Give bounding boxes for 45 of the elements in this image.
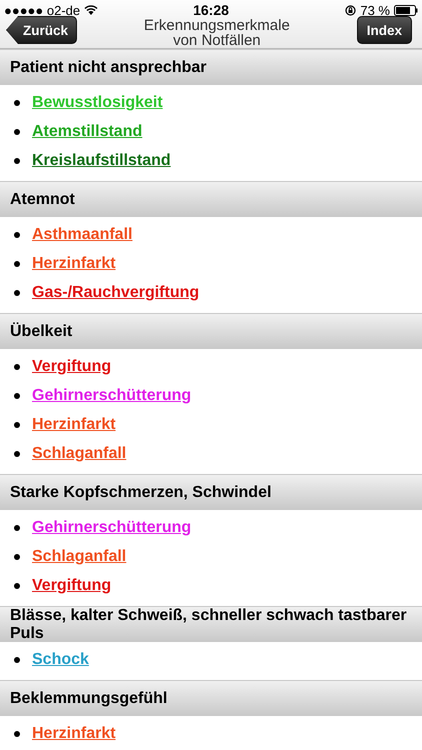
- bullet-icon: [14, 524, 20, 530]
- bullet-icon: [14, 422, 20, 428]
- bullet-icon: [14, 290, 20, 296]
- symptom-link[interactable]: Asthmaanfall: [32, 226, 132, 244]
- symptom-link[interactable]: Vergiftung: [32, 576, 112, 594]
- symptom-link[interactable]: Gehirnerschütterung: [32, 386, 192, 404]
- section-header: Starke Kopfschmerzen, Schwindel: [0, 474, 422, 510]
- bullet-icon: [14, 232, 20, 238]
- symptom-link[interactable]: Atemstillstand: [32, 122, 142, 140]
- bullet-icon: [14, 656, 20, 662]
- carrier-name: ●●●●● o2-de: [4, 2, 80, 18]
- battery-percentage: 73 %: [360, 2, 390, 18]
- symptom-link[interactable]: Kreislaufstillstand: [32, 152, 171, 170]
- rotation-lock-icon: [345, 4, 356, 16]
- clock-time: 16:28: [193, 2, 229, 18]
- bullet-icon: [14, 128, 20, 134]
- symptom-link[interactable]: Gas-/Rauchvergiftung: [32, 284, 200, 302]
- back-button[interactable]: Zurück: [6, 16, 78, 44]
- bullet-icon: [14, 158, 20, 164]
- bullet-icon: [14, 392, 20, 398]
- battery-icon: [394, 4, 418, 16]
- index-button[interactable]: Index: [356, 16, 412, 44]
- symptom-link[interactable]: Gehirnerschütterung: [32, 518, 192, 536]
- bullet-icon: [14, 730, 20, 736]
- section-header: Beklemmungsgefühl: [0, 680, 422, 716]
- bullet-icon: [14, 260, 20, 266]
- bullet-icon: [14, 364, 20, 370]
- bullet-icon: [14, 582, 20, 588]
- wifi-icon: [84, 5, 98, 15]
- section-header: Übelkeit: [0, 313, 422, 349]
- symptom-link[interactable]: Bewusstlosigkeit: [32, 94, 163, 112]
- bullet-icon: [14, 100, 20, 106]
- symptom-link[interactable]: Vergiftung: [32, 358, 112, 376]
- symptom-link[interactable]: Schlaganfall: [32, 444, 126, 462]
- symptom-link[interactable]: Herzinfarkt: [32, 254, 116, 272]
- section-header: Blässe, kalter Schweiß, schneller schwach tastbarer Puls: [0, 606, 422, 642]
- section-header: Atemnot: [0, 181, 422, 217]
- bullet-icon: [14, 450, 20, 456]
- symptom-link[interactable]: Schlaganfall: [32, 548, 126, 566]
- symptom-link[interactable]: Schock: [32, 650, 89, 668]
- section-header: Patient nicht ansprechbar: [0, 49, 422, 85]
- bullet-icon: [14, 554, 20, 560]
- symptom-link[interactable]: Herzinfarkt: [32, 416, 116, 434]
- page-title: Erkennungsmerkmale von Notfällen: [142, 18, 291, 48]
- symptom-link[interactable]: Herzinfarkt: [32, 724, 116, 742]
